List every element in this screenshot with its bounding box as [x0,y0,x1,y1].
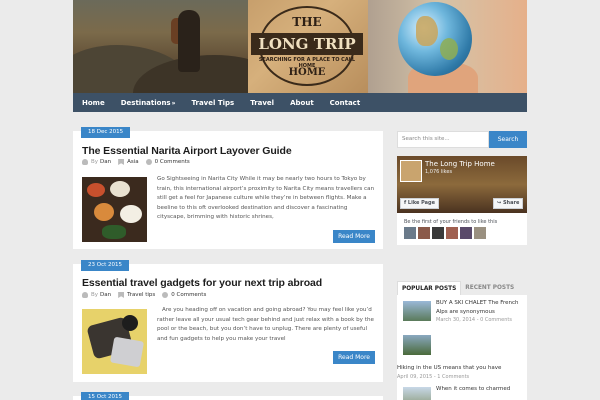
popular-posts-panel: BUY A SKI CHALET The French Alps are syn… [397,295,527,400]
post-author[interactable]: Dan [100,292,111,298]
share-label: Share [502,200,520,206]
nav-label: Destinations [120,98,171,107]
facebook-like-button[interactable]: f Like Page [400,198,440,209]
popular-post-title[interactable]: When it comes to charmed [436,385,524,394]
popular-post-comments[interactable]: 0 Comments [480,317,512,323]
post-date: 15 Oct 2015 [81,392,130,400]
nav-label: Contact [329,98,361,107]
nav-label: Travel Tips [191,98,235,107]
post-title[interactable]: Essential travel gadgets for your next t… [82,277,322,289]
tab-recent-posts[interactable]: RECENT POSTS [461,281,518,295]
list-item: BUY A SKI CHALET The French Alps are syn… [403,299,523,333]
avatar[interactable] [432,227,444,239]
post-thumbnail[interactable] [82,177,147,242]
post-excerpt: Go Sightseeing in Narita City While it m… [157,176,375,221]
avatar[interactable] [474,227,486,239]
list-item: When it comes to charmed [403,385,524,400]
popular-post-comments[interactable]: 1 Comments [437,374,469,380]
post-category[interactable]: Travel tips [127,292,155,298]
nav-label: Travel [250,98,275,107]
popular-post-thumbnail[interactable] [403,335,431,355]
nav-item-contact[interactable]: Contact [330,99,361,107]
post-comments[interactable]: 0 Comments [171,292,206,298]
comment-icon [145,159,152,165]
header-globe-image [368,0,527,93]
nav-item-travel-tips[interactable]: Travel Tips [192,99,235,107]
post-card: 23 Oct 2015 Essential travel gadgets for… [73,260,383,382]
post-category[interactable]: Asia [127,159,139,165]
by-label: By [91,292,99,298]
popular-post-thumbnail[interactable] [403,301,431,321]
post-card: 18 Dec 2015 The Essential Narita Airport… [73,127,383,249]
read-more-button[interactable]: Read More [333,230,375,243]
popular-post-thumbnail[interactable] [403,387,431,400]
site-logo[interactable]: THE LONG TRIP SEARCHING FOR A PLACE TO C… [251,6,363,86]
facebook-share-button[interactable]: ↪ Share [493,198,524,209]
facebook-friend-faces [404,227,488,239]
facebook-cover-image[interactable]: The Long Trip Home 1,076 likes f Like Pa… [397,156,527,213]
nav-label: About [290,98,314,107]
main-nav: Home Destinations» Travel Tips Travel Ab… [73,93,527,112]
like-label: Like Page [407,200,436,206]
bookmark-icon [118,292,125,298]
post-meta: By Dan Asia 0 Comments [82,159,197,165]
nav-item-travel[interactable]: Travel [250,99,274,107]
submenu-arrow-icon: » [171,99,176,107]
search-button[interactable]: Search [489,131,527,148]
user-icon [82,292,88,298]
search-input[interactable]: Search this site... [397,131,489,148]
globe-icon [398,2,472,76]
popular-post-title[interactable]: BUY A SKI CHALET The French Alps are syn… [436,299,524,317]
post-meta: By Dan Travel tips 0 Comments [82,292,213,298]
user-icon [82,159,88,165]
post-author[interactable]: Dan [100,159,111,165]
popular-post-meta: April 09, 2015 - 1 Comments [397,374,470,380]
logo-main-text: LONG TRIP [251,33,363,55]
facebook-friends-text: Be the first of your friends to like thi… [404,219,498,225]
site-header: THE LONG TRIP SEARCHING FOR A PLACE TO C… [73,0,527,93]
avatar[interactable] [460,227,472,239]
avatar[interactable] [404,227,416,239]
search-form: Search this site... Search [397,131,527,148]
avatar[interactable] [418,227,430,239]
avatar[interactable] [446,227,458,239]
read-more-button[interactable]: Read More [333,351,375,364]
list-item: Hiking in the US means that you have Apr… [397,333,523,385]
popular-post-date: April 09, 2015 [397,374,433,380]
popular-post-date: March 30, 2014 [436,317,476,323]
facebook-page-avatar[interactable] [400,160,422,182]
nav-item-about[interactable]: About [290,99,314,107]
nav-item-home[interactable]: Home [82,99,105,107]
popular-post-meta: March 30, 2014 - 0 Comments [436,317,512,323]
logo-bottom-text: HOME [288,67,326,78]
comment-icon [162,292,169,298]
by-label: By [91,159,99,165]
posts-tabs: POPULAR POSTS RECENT POSTS [397,281,527,295]
post-comments[interactable]: 0 Comments [155,159,190,165]
post-date: 18 Dec 2015 [81,127,131,138]
logo-top-text: THE [292,15,322,29]
nav-label: Home [82,98,105,107]
facebook-page-name[interactable]: The Long Trip Home [425,160,495,168]
facebook-likes-count: 1,076 likes [425,169,453,175]
post-excerpt: Are you heading off on vacation and goin… [157,307,374,342]
popular-post-title[interactable]: Hiking in the US means that you have [397,364,522,373]
header-hiker-image [73,0,283,93]
post-thumbnail[interactable] [82,309,147,374]
nav-item-destinations[interactable]: Destinations» [121,99,176,107]
post-title[interactable]: The Essential Narita Airport Layover Gui… [82,145,292,157]
facebook-widget: The Long Trip Home 1,076 likes f Like Pa… [397,156,527,245]
post-date: 23 Oct 2015 [81,260,130,271]
bookmark-icon [118,159,125,165]
post-card: 15 Oct 2015 [73,392,383,400]
tab-popular-posts[interactable]: POPULAR POSTS [397,281,462,295]
